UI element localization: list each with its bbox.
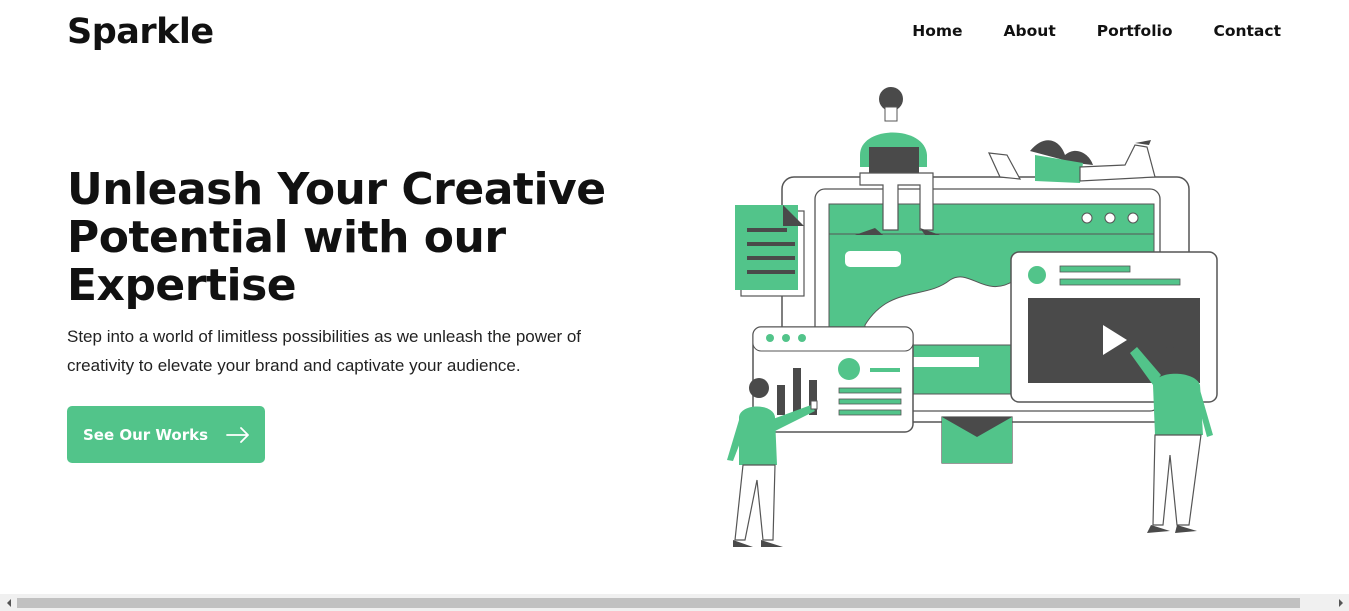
hero-title: Unleash Your Creative Potential with our… [67,164,606,311]
arrow-right-icon [226,426,250,443]
scroll-left-icon[interactable] [0,594,17,611]
scroll-right-icon[interactable] [1332,594,1349,611]
main-nav: Home About Portfolio Contact [912,22,1281,40]
scrollbar-thumb[interactable] [17,598,1300,608]
creative-team-illustration [727,87,1218,547]
cta-label: See Our Works [83,425,209,444]
hero-subtitle: Step into a world of limitless possibili… [67,327,582,375]
nav-contact[interactable]: Contact [1213,22,1281,40]
nav-portfolio[interactable]: Portfolio [1097,22,1173,40]
nav-home[interactable]: Home [912,22,962,40]
nav-about[interactable]: About [1004,22,1056,40]
see-our-works-button[interactable]: See Our Works [67,406,265,463]
logo[interactable]: Sparkle [67,12,214,52]
horizontal-scrollbar[interactable] [0,594,1349,611]
